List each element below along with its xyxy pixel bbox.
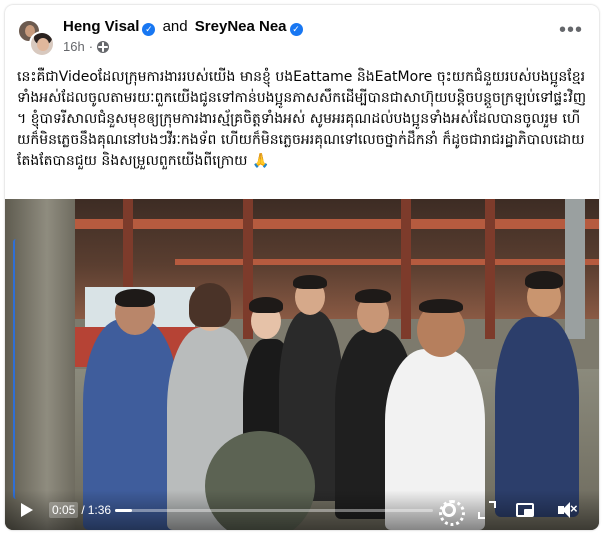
play-icon[interactable] bbox=[19, 502, 33, 518]
video-time: 0:05 / 1:36 bbox=[49, 502, 111, 518]
author-avatars[interactable] bbox=[17, 19, 57, 57]
globe-icon bbox=[97, 40, 110, 53]
video-controls: 0:05 / 1:36 × bbox=[5, 490, 599, 530]
avatar-sreynea-nea[interactable] bbox=[29, 31, 55, 57]
settings-gear-icon[interactable] bbox=[439, 500, 465, 526]
post-meta: 16h · bbox=[63, 39, 110, 54]
post-time[interactable]: 16h bbox=[63, 39, 85, 54]
verified-badge-icon: ✓ bbox=[142, 23, 156, 36]
duration: 1:36 bbox=[87, 503, 112, 517]
video-player[interactable]: 0:05 / 1:36 × bbox=[5, 199, 599, 530]
post-authors: Heng Visal ✓ and SreyNea Nea ✓ bbox=[63, 18, 303, 36]
coauthor-name[interactable]: SreyNea Nea bbox=[195, 18, 287, 35]
and-text: and bbox=[162, 18, 188, 35]
progress-fill bbox=[115, 509, 132, 512]
expand-icon[interactable] bbox=[477, 500, 497, 520]
time-separator: / bbox=[81, 503, 85, 517]
post-caption: នេះគឺជាVideoដែលក្រុមការងាររបស់យើង មានខ្ញ… bbox=[17, 69, 587, 169]
muted-speaker-icon[interactable]: × bbox=[557, 500, 578, 520]
current-time: 0:05 bbox=[49, 502, 79, 518]
post-card: Heng Visal ✓ and SreyNea Nea ✓ 16h · ••• ន… bbox=[5, 5, 599, 530]
more-options-icon[interactable]: ••• bbox=[559, 20, 583, 43]
picture-in-picture-icon[interactable] bbox=[515, 500, 535, 520]
verified-badge-icon: ✓ bbox=[289, 23, 303, 36]
post-header: Heng Visal ✓ and SreyNea Nea ✓ 16h · ••• bbox=[5, 5, 599, 63]
author-name[interactable]: Heng Visal bbox=[63, 18, 139, 35]
progress-bar[interactable] bbox=[115, 509, 433, 512]
